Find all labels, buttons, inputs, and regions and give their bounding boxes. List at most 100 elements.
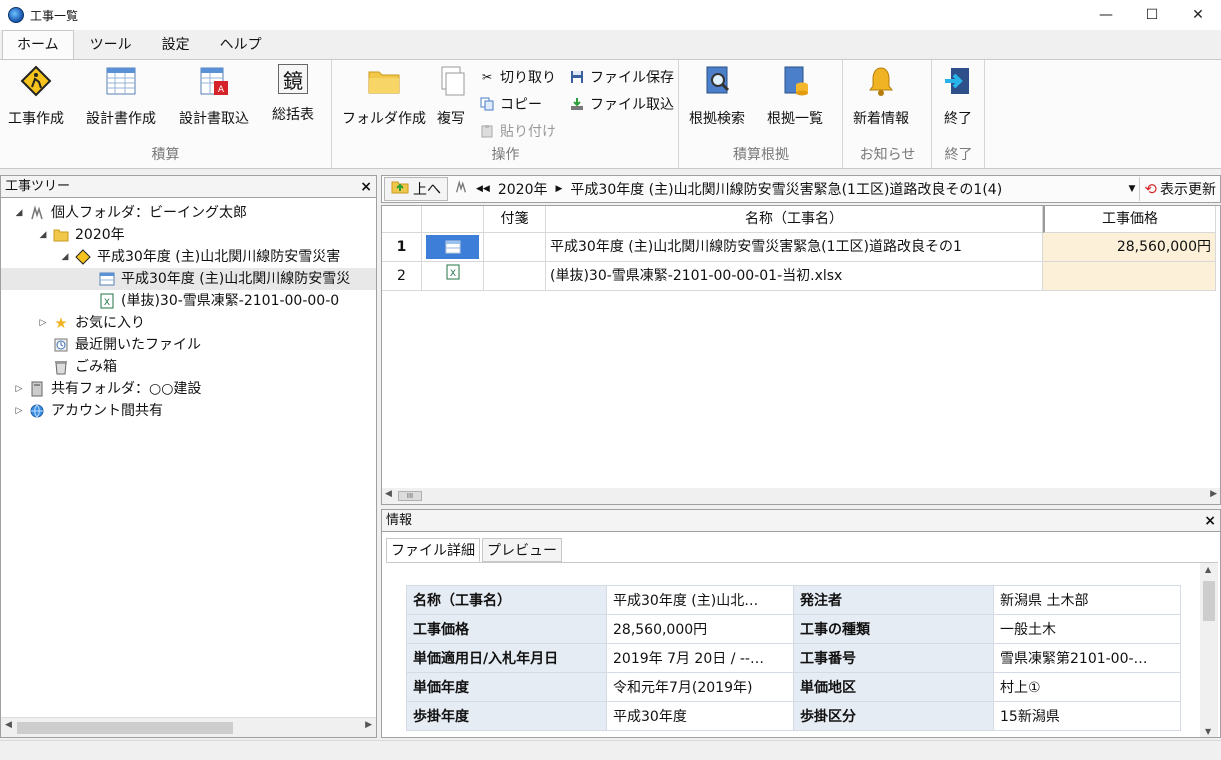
scroll-right-icon[interactable]: ▶ [1210,489,1217,499]
svg-text:A: A [218,85,225,95]
chevron-right-icon[interactable]: ▶ [555,184,562,194]
kiritori-button[interactable]: ✂ 切り取り [479,65,556,89]
konkyo-ichiran-button[interactable]: 根拠一覧 [767,64,823,128]
koji-tree-panel: 工事ツリー × ◢ 個人フォルダ：ビーイング太郎 ◢ 2020年 ◢ 平成30年… [0,175,377,738]
panel-header: 工事ツリー × [1,176,376,198]
close-button[interactable]: ✕ [1175,0,1221,30]
detail-key: 単価適用日/入札年月日 [406,643,607,673]
tree-node-excel-file[interactable]: X (単抜)30-雪県凍緊-2101-00-00-0 [99,290,339,312]
sekkeisho-torikomi-button[interactable]: A 設計書取込 [179,64,249,128]
folder-sakusei-button[interactable]: フォルダ作成 [342,64,426,128]
detail-value: 令和元年7月(2019年) [606,672,794,702]
group-label-oshirase: お知らせ [859,147,916,163]
scrollbar-thumb[interactable] [1203,581,1215,621]
koji-sakusei-button[interactable]: 工事作成 [8,64,64,128]
file-torikomi-button[interactable]: ファイル取込 [569,92,674,116]
scrollbar-thumb[interactable]: III [398,491,422,501]
scroll-left-icon[interactable]: ◀ [5,720,12,730]
row-number: 2 [382,262,422,291]
haritsuke-button[interactable]: 貼り付け [479,119,556,143]
detail-value: 新潟県 土木部 [993,585,1181,615]
tab-home[interactable]: ホーム [2,30,74,59]
tree-node-account-share[interactable]: ▷ アカウント間共有 [13,400,163,422]
scroll-right-icon[interactable]: ▶ [365,720,372,730]
row-price: 28,560,000円 [1043,233,1216,262]
expand-arrow-icon[interactable]: ◢ [13,202,25,224]
folder-icon [367,64,401,98]
tab-help[interactable]: ヘルプ [206,32,276,59]
tab-tools[interactable]: ツール [76,32,146,59]
konkyo-kensaku-button[interactable]: 根拠検索 [689,64,745,128]
breadcrumb: ◀◀ 2020年 ▶ 平成30年度 (主)山北関川線防安雪災害緊急(1工区)道路… [454,179,1129,199]
expand-arrow-icon[interactable]: ◢ [37,224,49,246]
close-icon[interactable]: × [360,176,372,198]
duplicate-icon [434,64,468,98]
shared-folder-icon [29,381,45,397]
scroll-left-icon[interactable]: ◀ [385,489,392,499]
paste-icon [479,123,495,139]
group-label-sekisan-konkyo: 積算根拠 [733,147,789,163]
grid-header-price[interactable]: 工事価格 [1043,206,1216,233]
tab-settings[interactable]: 設定 [148,32,204,59]
scroll-down-icon[interactable]: ▼ [1205,727,1211,736]
expand-arrow-icon[interactable]: ◢ [59,246,71,268]
scrollbar-thumb[interactable] [17,722,233,734]
grid-header-num [382,206,422,233]
detail-value: 28,560,000円 [606,614,794,644]
tree-node-shared-folder[interactable]: ▷ 共有フォルダ：○○建設 [13,378,202,400]
app-icon [8,7,24,23]
row-name: 平成30年度 (主)山北関川線防安雪災害緊急(1工区)道路改良その1 [546,233,1043,262]
svg-text:X: X [449,269,455,279]
close-icon[interactable]: × [1204,510,1216,532]
spreadsheet-icon [426,235,479,259]
grid-horizontal-scrollbar[interactable]: ◀ III ▶ [382,488,1220,504]
maximize-button[interactable]: ☐ [1129,0,1175,30]
tab-file-details[interactable]: ファイル詳細 [386,538,480,562]
svg-text:X: X [104,298,110,308]
sekkeisho-sakusei-button[interactable]: 設計書作成 [86,64,156,128]
copy-button[interactable]: コピー [479,92,542,116]
construction-sign-icon [19,64,53,98]
spreadsheet-icon [104,64,138,98]
group-label-sekisan: 積算 [151,147,180,163]
tree-node-recent-files[interactable]: 最近開いたファイル [53,334,201,356]
breadcrumb-project[interactable]: 平成30年度 (主)山北関川線防安雪災害緊急(1工区)道路改良その1(4) [570,179,1002,199]
collapsed-arrow-icon[interactable]: ▷ [13,400,25,422]
person-folder-icon [454,180,468,198]
minimize-button[interactable]: — [1083,0,1129,30]
collapsed-arrow-icon[interactable]: ▷ [13,378,25,400]
info-vertical-scrollbar[interactable]: ▲ ▼ [1200,563,1218,737]
tab-preview[interactable]: プレビュー [482,538,562,562]
info-body: 名称（工事名） 平成30年度 (主)山北… 発注者 新潟県 土木部 工事価格 2… [386,562,1218,737]
table-row[interactable]: 1 平成30年度 (主)山北関川線防安雪災害緊急(1工区)道路改良その1 28,… [382,233,1216,262]
double-chevron-left-icon[interactable]: ◀◀ [476,184,490,194]
shinchaku-button[interactable]: 新着情報 [853,64,909,128]
detail-value: 一般土木 [993,614,1181,644]
info-tabs: ファイル詳細 プレビュー [386,538,564,562]
title-bar: 工事一覧 — ☐ ✕ [0,0,1221,30]
tree-node-year-2020[interactable]: ◢ 2020年 [37,224,125,246]
fukusha-button[interactable]: 複写 [434,64,468,128]
grid-header-tag[interactable]: 付箋 [484,206,546,233]
tree-node-personal-folder[interactable]: ◢ 個人フォルダ：ビーイング太郎 [13,202,247,224]
up-button[interactable]: 上へ [384,177,448,201]
tree-node-sekkeisho[interactable]: 平成30年度 (主)山北関川線防安雪災 [1,268,376,290]
table-row[interactable]: 2 X (単抜)30-雪県凍緊-2101-00-00-01-当初.xlsx [382,262,1216,291]
file-hozon-button[interactable]: ファイル保存 [569,65,674,89]
detail-key: 工事番号 [793,643,994,673]
table-row: 単価年度 令和元年7月(2019年) 単価地区 村上① [406,672,1181,702]
tree-node-project[interactable]: ◢ 平成30年度 (主)山北関川線防安雪災害 [59,246,341,268]
ribbon-group-sekisan: 工事作成 設計書作成 A 設計書取込 鏡 総括表 積算 [0,60,332,168]
shuryo-button[interactable]: 終了 [941,64,975,128]
refresh-button[interactable]: ⟲ 表示更新 [1139,177,1216,201]
tree-node-favorites[interactable]: ▷ ★ お気に入り [37,312,145,334]
tree-horizontal-scrollbar[interactable]: ◀ ▶ [1,717,376,737]
dropdown-arrow-icon[interactable]: ▼ [1129,184,1136,194]
refresh-icon: ⟲ [1144,180,1157,198]
collapsed-arrow-icon[interactable]: ▷ [37,312,49,334]
soukatsu-button[interactable]: 鏡 総括表 [272,64,314,124]
tree-node-trash[interactable]: ごみ箱 [53,356,117,378]
scroll-up-icon[interactable]: ▲ [1205,565,1211,574]
breadcrumb-year[interactable]: 2020年 [498,179,548,199]
grid-header-name[interactable]: 名称（工事名） [546,206,1043,233]
